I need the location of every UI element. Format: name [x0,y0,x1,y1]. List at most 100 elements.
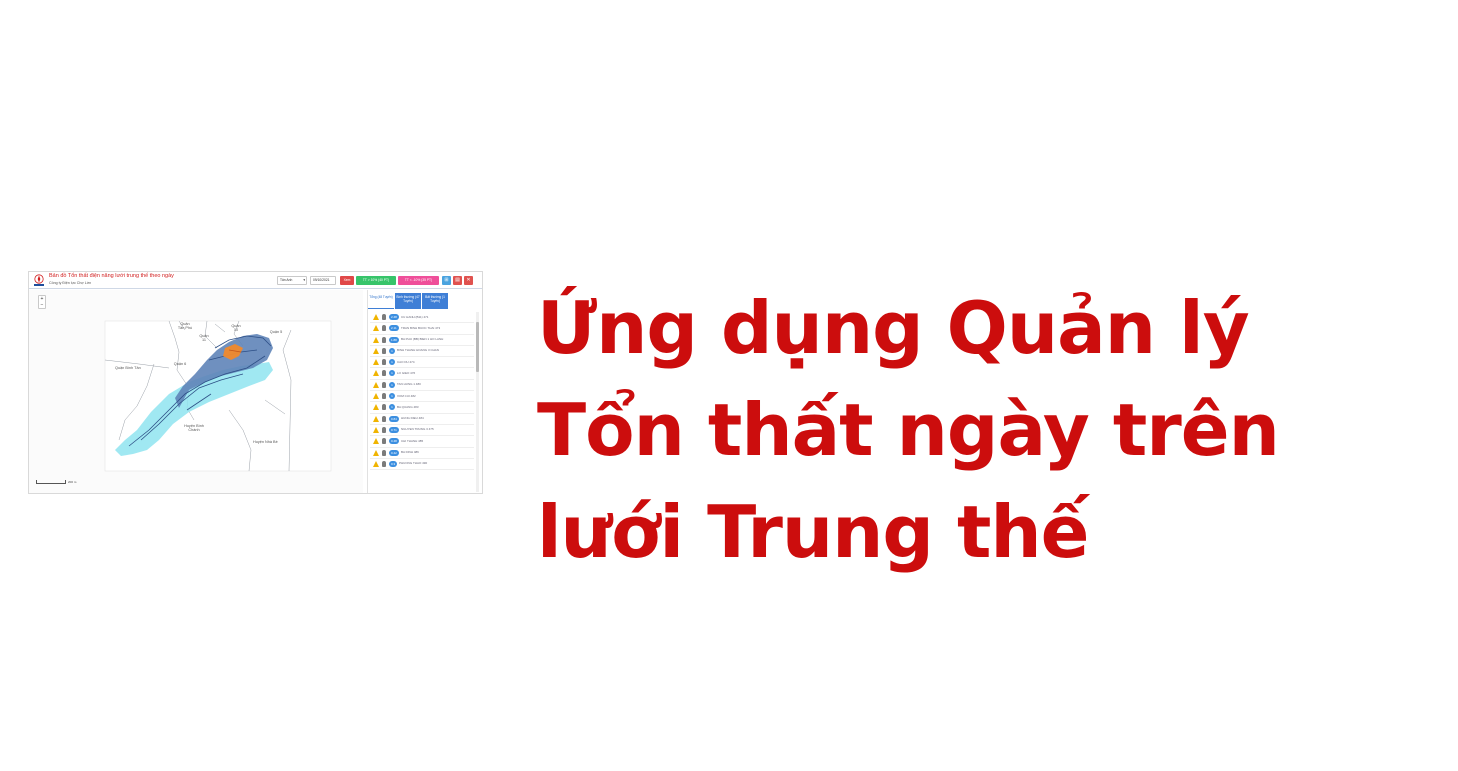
zoom-control[interactable]: + − [38,295,46,309]
pin-icon[interactable] [382,426,386,433]
headline-line-2: Tổn thất ngày trên [537,388,1280,472]
warning-icon [373,438,379,445]
pin-icon[interactable] [382,336,386,343]
warning-icon [373,460,379,467]
close-icon[interactable]: ✕ [464,276,473,285]
pin-icon[interactable] [382,370,386,377]
pin-icon[interactable] [382,438,386,445]
headline: Ứng dụng Quản lý Tổn thất ngày trên lưới… [537,277,1447,583]
app-header: Bản đồ Tổn thất điện năng lưới trung thế… [29,272,482,289]
chevron-down-icon: ▾ [303,278,305,282]
pin-icon[interactable] [382,347,386,354]
loss-badge: 0.48 [389,438,399,445]
pin-icon[interactable] [382,404,386,411]
list-item[interactable]: 2.11 TRAN BINH BUOC THAI 473 [370,323,474,335]
unit-select-value: Tân Anh [280,278,293,282]
loss-badge: 1 [389,370,395,377]
list-item[interactable]: 0.71 NGUYEN TRUNG 3 475 [370,425,474,437]
headline-line-1: Ứng dụng Quản lý [537,286,1250,370]
warning-icon [373,404,379,411]
map-label-nha-be: Huyện Nhà Bè [253,440,278,444]
pin-icon[interactable] [382,460,386,467]
pin-icon[interactable] [382,415,386,422]
warning-icon [373,370,379,377]
warning-icon [373,325,379,332]
tab-normal[interactable]: Bình thường (47 Tuyến) [395,293,421,309]
list-item[interactable]: 0.48 CHI THANH 485 [370,436,474,448]
pin-icon[interactable] [382,393,386,400]
map-label-quan-6: Quận 6 [173,362,187,366]
app-subtitle: Công ty Điện lực Chợ Lớn [49,281,92,285]
list-item[interactable]: 1 LO GIEO 476 [370,368,474,380]
warning-icon [373,381,379,388]
loss-badge: 2.11 [389,325,399,332]
pin-icon[interactable] [382,314,386,320]
pin-icon[interactable] [382,359,386,366]
feeder-name: CHI THANH 485 [401,438,424,443]
list-item[interactable]: 1 XOM CUI 482 [370,391,474,403]
feeder-name: BINH THANH HOANG 3 CHAN [397,348,439,353]
feeder-name: PHUONG THAO 490 [399,461,428,466]
panel-tabs: Tổng (48 Tuyến) Bình thường (47 Tuyến) B… [368,293,448,309]
scale-label: 200 m [68,480,77,484]
warning-icon [373,314,379,320]
view-button[interactable]: Xem [340,276,354,285]
feeder-name: CU HANH (B11) 471 [401,314,429,319]
warning-icon [373,449,379,456]
feeder-panel: Tổng (48 Tuyến) Bình thường (47 Tuyến) B… [367,290,481,493]
map-canvas [104,320,332,472]
panel-scrollbar[interactable] [476,312,479,492]
loss-badge: 0.42 [389,449,399,456]
loss-badge: 2.48 [389,314,399,320]
map-label-binh-chanh: Huyện Bình Chánh [184,424,204,432]
map-label-binh-tan: Quận Bình Tân [115,366,141,370]
loss-below-button[interactable]: TT < -10% (35 PT) [398,276,439,285]
feeder-name: TRAN BINH BUOC THAI 473 [401,325,441,330]
scroll-thumb[interactable] [476,322,479,372]
app-screenshot: Bản đồ Tổn thất điện năng lưới trung thế… [28,271,483,494]
loss-badge: 1 [389,381,395,388]
map-label-quan-5: Quận 5 [269,330,283,334]
feeder-name: XOM CUI 482 [397,393,416,398]
loss-above-button[interactable]: TT > 10% (40 PT) [356,276,396,285]
list-item[interactable]: 2.48 CU HANH (B11) 471 [370,312,474,324]
feeder-name: LO GIEO 476 [397,370,416,375]
feeder-name: HUNG DIEU 484 [401,416,424,421]
feeder-name: BA DINH 486 [401,450,419,455]
list-item[interactable]: 0.42 BA DINH 486 [370,448,474,459]
pin-icon[interactable] [382,381,386,388]
unit-select[interactable]: Tân Anh ▾ [277,276,307,285]
feeder-name: TAN HUNG 1 480 [397,382,421,387]
scale-bar [36,480,66,484]
map-label-quan-10: Quận 10 [231,324,241,332]
list-item[interactable]: 0.3 PHUONG THAO 490 [370,459,474,471]
feeder-name: CAO DU 474 [397,359,415,364]
list-item[interactable]: 1 CAO DU 474 [370,357,474,369]
loss-badge: 0.71 [389,426,399,433]
warning-icon [373,393,379,400]
tab-abnormal[interactable]: Bất thường (1 Tuyến) [422,293,448,309]
feeder-name: NGUYEN TRUNG 3 475 [401,427,434,432]
app-title: Bản đồ Tổn thất điện năng lưới trung thế… [49,273,174,279]
list-item[interactable]: 1.88 BA PHU (BB) BIEN 1 HO LANH [370,335,474,346]
feeder-name: BA QUANG 483 [397,404,419,409]
map-view[interactable]: + − Quận Tân Phú Quận 10 Quận 11 Quận 5 … [29,290,363,493]
map-icon[interactable]: ⊞ [442,276,451,285]
evn-logo-icon [34,274,44,286]
list-item[interactable]: 0.84 HUNG DIEU 484 [370,414,474,425]
loss-badge: 1 [389,347,395,354]
list-item[interactable]: 1 TAN HUNG 1 480 [370,380,474,392]
warning-icon [373,336,379,343]
warning-icon [373,415,379,422]
loss-badge: 1 [389,393,395,400]
pin-icon[interactable] [382,325,386,332]
pin-icon[interactable] [382,449,386,456]
zoom-out-button[interactable]: − [39,302,45,308]
list-item[interactable]: 1 BA QUANG 483 [370,402,474,414]
list-item[interactable]: 1 BINH THANH HOANG 3 CHAN [370,346,474,358]
map-label-tan-phu: Quận Tân Phú [177,322,193,331]
tab-total[interactable]: Tổng (48 Tuyến) [368,293,394,309]
date-field[interactable]: 09/10/2021 [310,276,336,285]
table-icon[interactable]: ▤ [453,276,462,285]
feeder-list: 2.48 CU HANH (B11) 471 2.11 TRAN BINH BUOC … [370,312,474,471]
